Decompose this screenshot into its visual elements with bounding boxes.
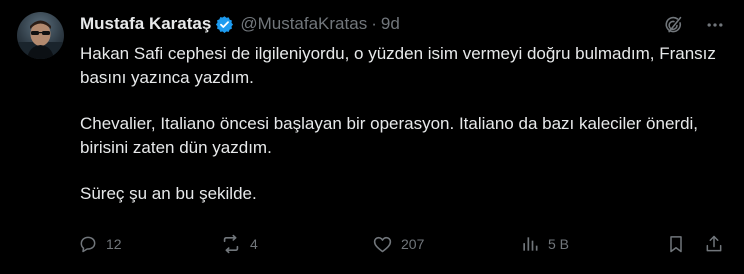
reply-icon (78, 234, 98, 254)
views-count: 5 B (548, 236, 570, 252)
grok-icon[interactable] (662, 14, 684, 36)
timestamp[interactable]: 9d (381, 14, 400, 34)
like-count: 207 (401, 236, 425, 252)
action-bar: 12 4 207 5 B (78, 232, 730, 256)
tweet[interactable]: Mustafa Karataş @MustafaKratas · 9d Haka… (0, 0, 744, 274)
handle[interactable]: @MustafaKratas (240, 14, 367, 34)
avatar[interactable] (17, 12, 64, 59)
bookmark-icon (666, 234, 686, 254)
views-icon (520, 234, 540, 254)
tweet-header: Mustafa Karataş @MustafaKratas · 9d (80, 13, 400, 35)
share-button[interactable] (704, 232, 724, 256)
tweet-paragraph: Hakan Safi cephesi de ilgileniyordu, o y… (80, 44, 716, 87)
display-name[interactable]: Mustafa Karataş (80, 14, 211, 34)
views-button[interactable]: 5 B (520, 232, 569, 256)
tweet-paragraph: Süreç şu an bu şekilde. (80, 184, 257, 203)
more-icon[interactable] (704, 14, 726, 36)
like-button[interactable]: 207 (372, 232, 424, 256)
repost-button[interactable]: 4 (220, 232, 258, 256)
separator-dot: · (371, 14, 377, 33)
reply-button[interactable]: 12 (78, 232, 122, 256)
like-icon (372, 234, 393, 255)
repost-icon (220, 233, 242, 255)
tweet-text: Hakan Safi cephesi de ilgileniyordu, o y… (80, 42, 720, 206)
tweet-paragraph: Chevalier, Italiano öncesi başlayan bir … (80, 114, 699, 157)
repost-count: 4 (250, 236, 258, 252)
bookmark-button[interactable] (666, 232, 686, 256)
verified-badge-icon[interactable] (215, 15, 234, 34)
reply-count: 12 (106, 236, 122, 252)
share-icon (704, 234, 724, 254)
